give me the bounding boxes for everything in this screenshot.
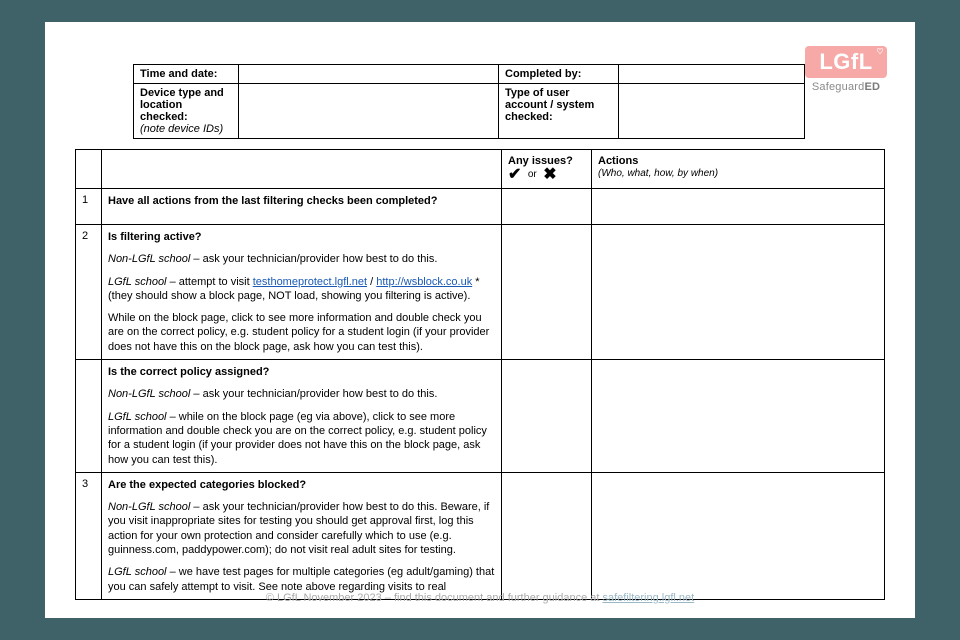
label-completed-by: Completed by:: [499, 65, 619, 84]
row-3-num: 3: [76, 472, 102, 599]
value-account-type: [619, 84, 805, 139]
row-3-question: Are the expected categories blocked? Non…: [102, 472, 502, 599]
header-actions: Actions (Who, what, how, by when): [592, 150, 885, 189]
footer-link[interactable]: safefiltering.lgfl.net: [602, 592, 694, 604]
value-completed-by: [619, 65, 805, 84]
row-1-actions: [592, 189, 885, 225]
link-testhomeprotect[interactable]: testhomeprotect.lgfl.net: [253, 276, 367, 288]
heart-icon: ♡: [876, 47, 884, 56]
row-1-issues: [502, 189, 592, 225]
page-footer: © LGfL November 2023 – find this documen…: [45, 592, 915, 604]
row-1-question: Have all actions from the last filtering…: [102, 189, 502, 225]
metadata-table: Time and date: Completed by: Device type…: [133, 64, 805, 139]
row-3-actions: [592, 472, 885, 599]
document-page: LGfL ♡ SafeguardED Time and date: Comple…: [45, 22, 915, 618]
row-2b-question: Is the correct policy assigned? Non-LGfL…: [102, 360, 502, 473]
row-3: 3 Are the expected categories blocked? N…: [76, 472, 885, 599]
value-time-date: [239, 65, 499, 84]
issues-icons: ✔ or ✖: [508, 166, 557, 183]
row-2a: 2 Is filtering active? Non-LGfL school –…: [76, 225, 885, 360]
checklist-table: Any issues? ✔ or ✖ Actions (Who, what, h…: [75, 149, 885, 600]
row-2a-actions: [592, 225, 885, 360]
label-time-date: Time and date:: [134, 65, 239, 84]
row-2a-num: 2: [76, 225, 102, 360]
row-2a-issues: [502, 225, 592, 360]
meta-row-1: Time and date: Completed by:: [134, 65, 805, 84]
link-wsblock[interactable]: http://wsblock.co.uk: [376, 276, 472, 288]
check-icon: ✔: [508, 166, 521, 183]
row-1: 1 Have all actions from the last filteri…: [76, 189, 885, 225]
header-blank-num: [76, 150, 102, 189]
row-2b-issues: [502, 360, 592, 473]
header-blank-q: [102, 150, 502, 189]
row-2b: Is the correct policy assigned? Non-LGfL…: [76, 360, 885, 473]
value-device-type: [239, 84, 499, 139]
logo-text: LGfL: [819, 49, 872, 74]
row-1-num: 1: [76, 189, 102, 225]
header-issues: Any issues? ✔ or ✖: [502, 150, 592, 189]
logo-subtitle: SafeguardED: [805, 81, 887, 93]
cross-icon: ✖: [543, 166, 556, 183]
logo-mark: LGfL ♡: [805, 46, 887, 78]
label-account-type: Type of user account / system checked:: [499, 84, 619, 139]
label-device-type: Device type and location checked: (note …: [134, 84, 239, 139]
row-2b-num: [76, 360, 102, 473]
meta-row-2: Device type and location checked: (note …: [134, 84, 805, 139]
row-3-issues: [502, 472, 592, 599]
row-2b-actions: [592, 360, 885, 473]
row-2a-question: Is filtering active? Non-LGfL school – a…: [102, 225, 502, 360]
header-row: Any issues? ✔ or ✖ Actions (Who, what, h…: [76, 150, 885, 189]
brand-logo: LGfL ♡ SafeguardED: [805, 46, 887, 93]
